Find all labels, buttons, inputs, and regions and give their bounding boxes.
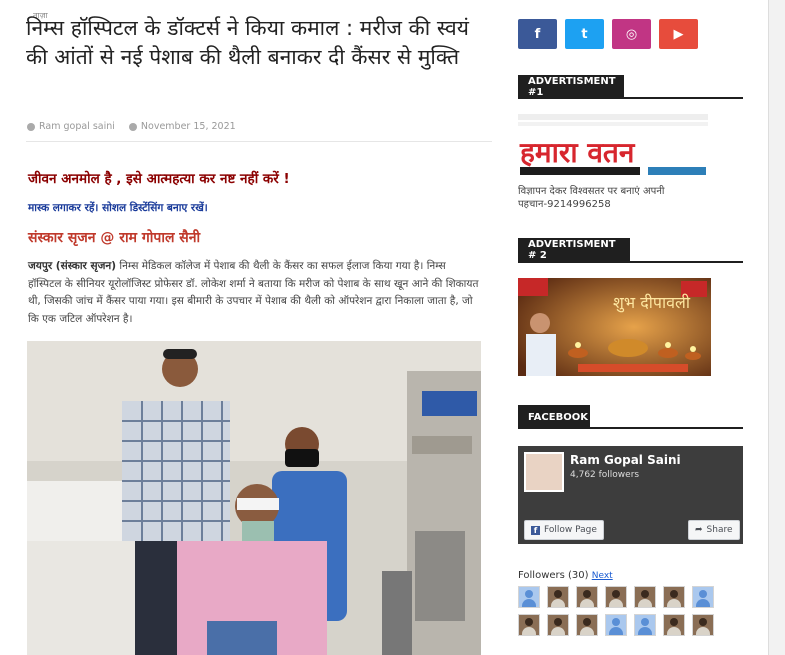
ad2-greeting: शुभ दीपावली <box>613 293 691 313</box>
follower-avatar[interactable] <box>663 586 685 608</box>
fb-follow-label: Follow Page <box>544 525 597 535</box>
share-icon: ➦ <box>695 525 703 535</box>
follower-avatar[interactable] <box>518 586 540 608</box>
ad1-banner[interactable]: हमारा वतन <box>518 112 708 184</box>
follower-avatar[interactable] <box>605 614 627 636</box>
tagline-life: जीवन अनमोल है , इसे आत्महत्या कर नष्ट नह… <box>28 171 290 187</box>
facebook-icon[interactable]: f <box>518 19 557 49</box>
follower-avatar[interactable] <box>634 586 656 608</box>
dateline: जयपुर (संस्कार सृजन) <box>28 260 117 272</box>
follower-avatar[interactable] <box>576 614 598 636</box>
clock-icon <box>128 122 137 131</box>
divider <box>518 427 743 429</box>
ad1-caption: विज्ञापन देकर विश्वसतर पर बनाएं अपनी पहच… <box>518 186 665 210</box>
divider <box>518 261 743 263</box>
twitter-icon[interactable]: t <box>565 19 604 49</box>
follower-avatar[interactable] <box>605 586 627 608</box>
followers-widget-title: Followers (30) Next <box>518 570 613 581</box>
facebook-icon: f <box>531 525 540 535</box>
follower-avatar[interactable] <box>576 586 598 608</box>
publish-date: November 15, 2021 <box>140 121 236 132</box>
follower-avatar[interactable] <box>692 586 714 608</box>
article-title: निम्स हॉस्पिटल के डॉक्टर्स ने किया कमाल … <box>26 16 469 69</box>
author-link[interactable]: Ram gopal saini <box>39 121 115 132</box>
article-meta: Ram gopal saini November 15, 2021 <box>27 121 236 132</box>
user-icon <box>27 122 35 131</box>
facebook-heading: FACEBOOK <box>518 405 590 429</box>
followers-grid <box>518 586 743 636</box>
follower-avatar[interactable] <box>634 614 656 636</box>
youtube-icon[interactable]: ▶ <box>659 19 698 49</box>
article-photo <box>27 341 481 655</box>
fb-follow-button[interactable]: f Follow Page <box>524 520 604 540</box>
article-body: जयपुर (संस्कार सृजन) निम्स मेडिकल कॉलेज … <box>28 258 480 328</box>
followers-next-link[interactable]: Next <box>592 571 613 581</box>
follower-avatar[interactable] <box>547 614 569 636</box>
follower-avatar[interactable] <box>692 614 714 636</box>
follower-avatar[interactable] <box>547 586 569 608</box>
fb-share-button[interactable]: ➦ Share <box>688 520 740 540</box>
tagline-mask: मास्क लगाकर रहें। सोशल डिस्टेंसिंग बनाए … <box>28 202 208 214</box>
social-links: f t ◎ ▶ <box>518 19 698 49</box>
facebook-page-widget[interactable]: Ram Gopal Saini 4,762 followers f Follow… <box>518 446 743 544</box>
fb-share-label: Share <box>706 525 733 535</box>
ad2-heading: ADVERTISMENT # 2 <box>518 238 630 262</box>
fb-page-name[interactable]: Ram Gopal Saini <box>570 453 681 467</box>
window-scrollbar[interactable] <box>768 0 785 655</box>
byline: संस्कार सृजन @ राम गोपाल सैनी <box>28 230 201 246</box>
ad1-brand: हमारा वतन <box>519 136 636 169</box>
ad1-heading: ADVERTISMENT #1 <box>518 75 624 99</box>
divider <box>26 141 492 142</box>
fb-page-avatar[interactable] <box>524 452 564 492</box>
instagram-icon[interactable]: ◎ <box>612 19 651 49</box>
fb-followers-count: 4,762 followers <box>570 470 640 480</box>
follower-avatar[interactable] <box>663 614 685 636</box>
ad2-banner[interactable]: शुभ दीपावली <box>518 278 711 376</box>
follower-avatar[interactable] <box>518 614 540 636</box>
followers-count: Followers (30) <box>518 570 589 581</box>
divider <box>518 97 743 99</box>
